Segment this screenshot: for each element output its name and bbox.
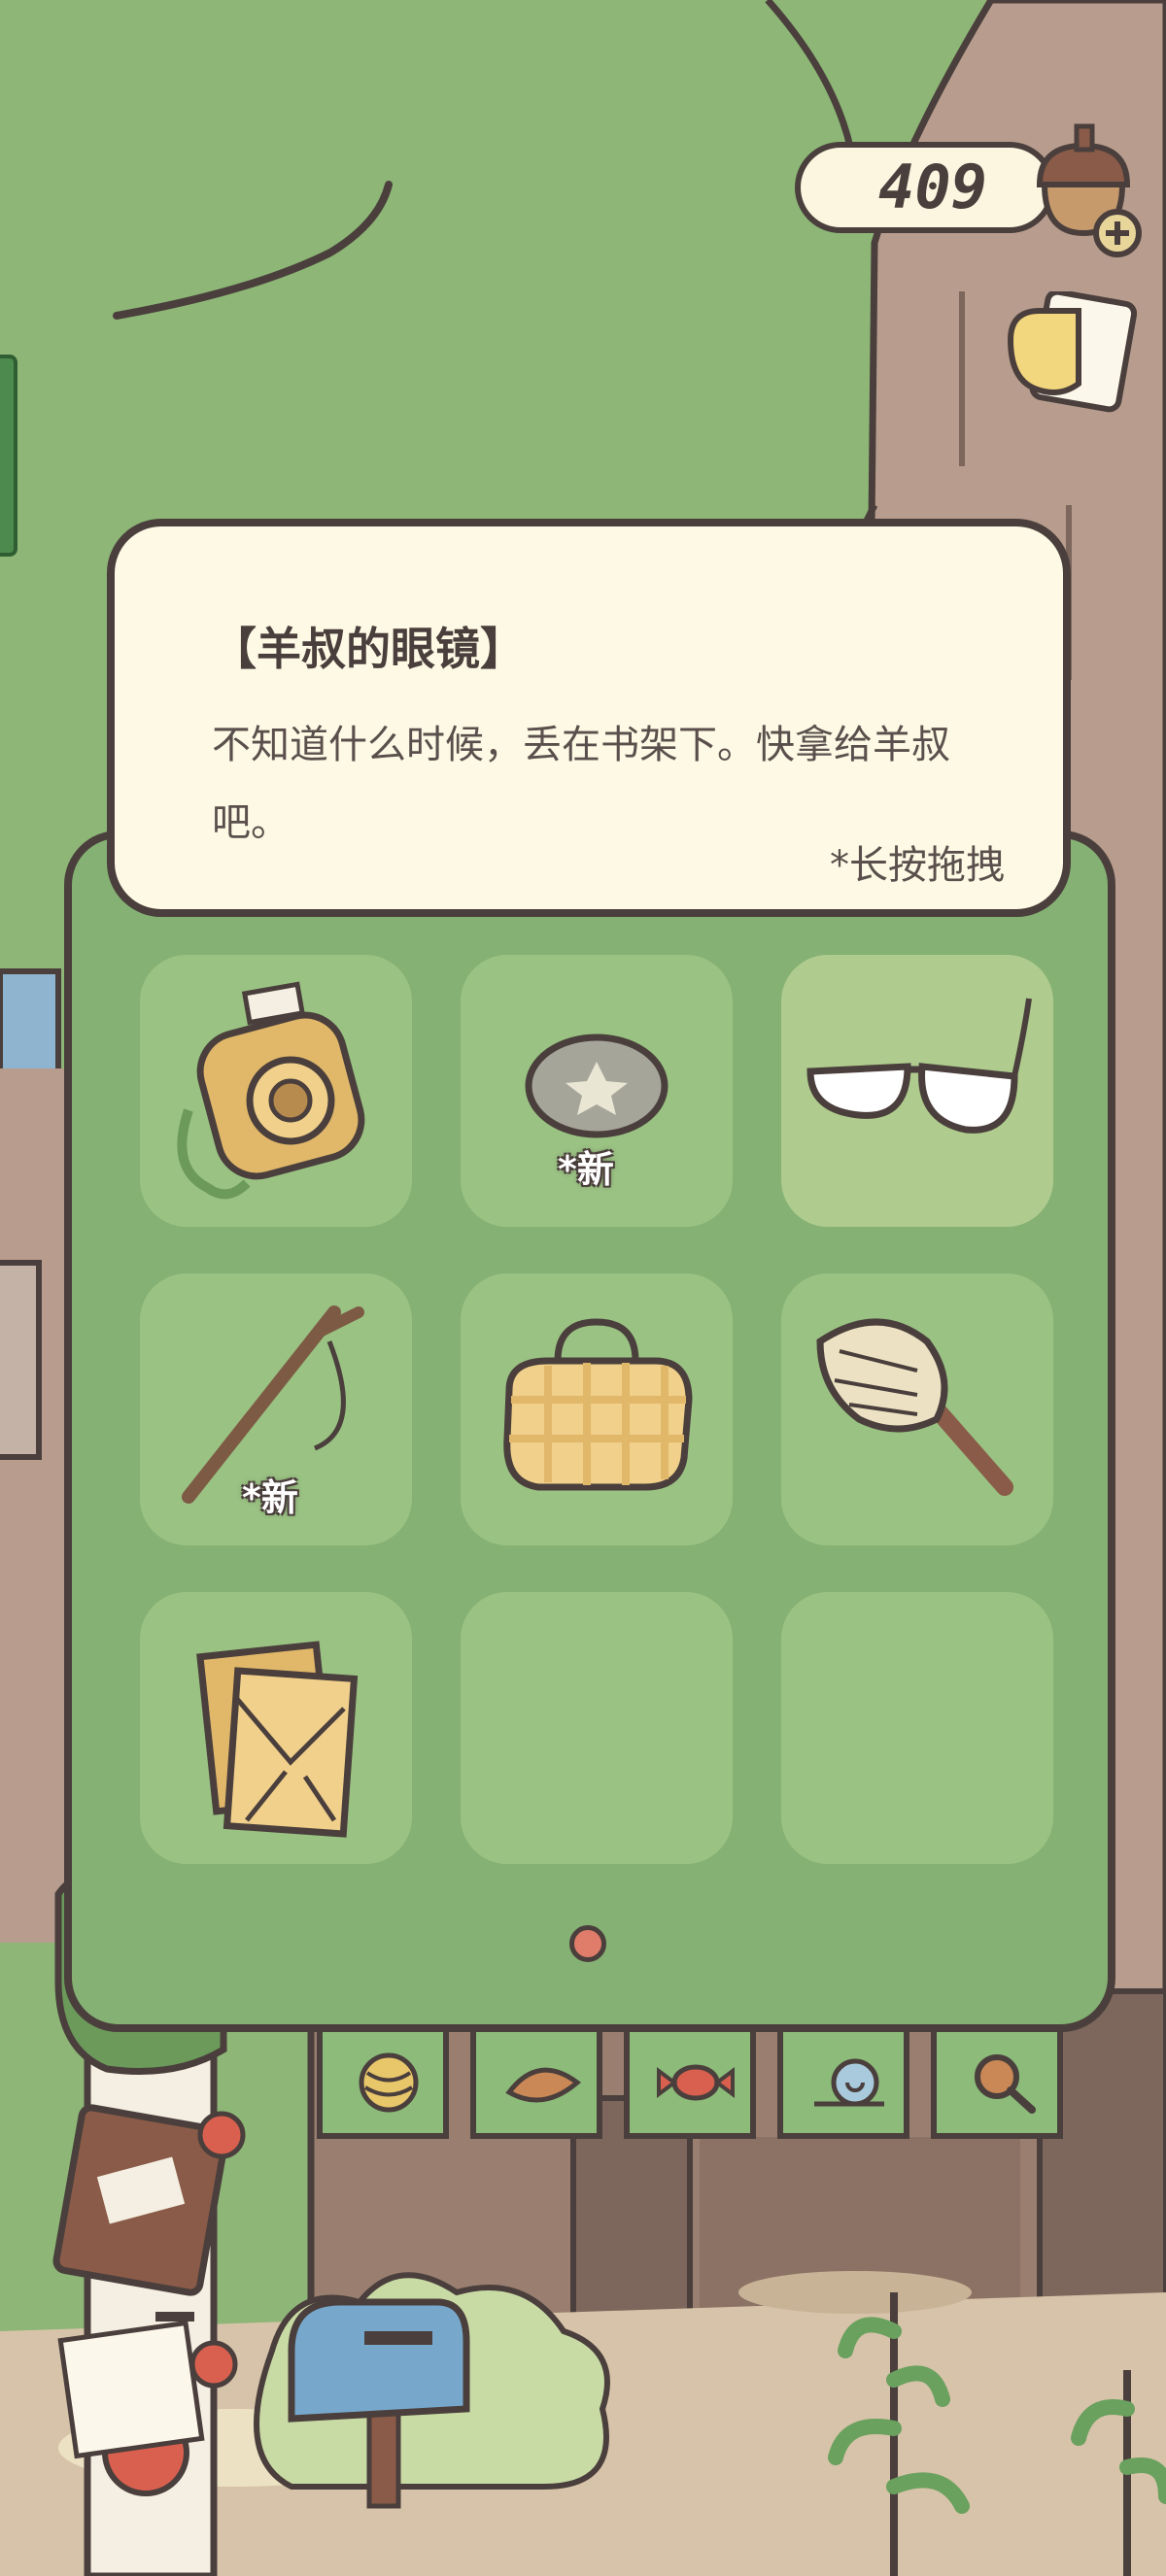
inventory-slot-duster[interactable] xyxy=(781,1273,1053,1545)
new-badge: *新 xyxy=(242,1476,298,1519)
tab-snail[interactable] xyxy=(777,2030,909,2139)
item-title: 【羊叔的眼镜】 xyxy=(212,623,525,675)
hand-icon xyxy=(1007,288,1138,413)
duster-icon xyxy=(816,1318,1013,1496)
leaf-icon xyxy=(505,2067,581,2103)
new-badge: *新 xyxy=(558,1148,614,1191)
inventory-slot-flower-stone[interactable]: *新 xyxy=(461,955,733,1227)
inventory-slot-branch[interactable]: *新 xyxy=(140,1273,412,1545)
hand-pointer-button[interactable] xyxy=(1001,288,1138,418)
snail-icon xyxy=(814,2058,884,2107)
inventory-slot-letters[interactable] xyxy=(140,1592,412,1864)
inventory-slot-empty[interactable] xyxy=(781,1592,1053,1864)
drag-hint: *长按拖拽 xyxy=(830,843,1005,888)
glasses-icon xyxy=(806,998,1032,1134)
inventory-slot-empty[interactable] xyxy=(461,1592,733,1864)
inventory-slot-picnic-bag[interactable] xyxy=(461,1273,733,1545)
tab-leaf[interactable] xyxy=(470,2030,602,2139)
acorn-add-button[interactable] xyxy=(1020,117,1147,262)
acorn-icon xyxy=(1036,123,1142,257)
yarn-ball-icon xyxy=(359,2052,419,2113)
page-indicator-dot xyxy=(569,1925,606,1962)
tab-yarn[interactable] xyxy=(317,2030,449,2139)
camera-icon xyxy=(177,981,365,1200)
inventory-slot-glasses[interactable] xyxy=(781,955,1053,1227)
inventory-slot-camera[interactable] xyxy=(140,955,412,1227)
letters-icon xyxy=(196,1641,359,1838)
tab-candy[interactable] xyxy=(624,2030,756,2139)
side-drawer-tab[interactable] xyxy=(0,355,17,557)
picnic-bag-icon xyxy=(503,1318,693,1491)
item-detail-tooltip: 【羊叔的眼镜】 不知道什么时候，丢在书架下。快拿给羊叔吧。 *长按拖拽 xyxy=(107,519,1071,917)
inventory-panel: *新 *新 xyxy=(64,830,1115,2032)
magnifier-icon xyxy=(975,2054,1036,2114)
tab-search[interactable] xyxy=(931,2030,1063,2139)
acorn-count: 409 xyxy=(878,152,987,222)
candy-icon xyxy=(657,2064,735,2101)
